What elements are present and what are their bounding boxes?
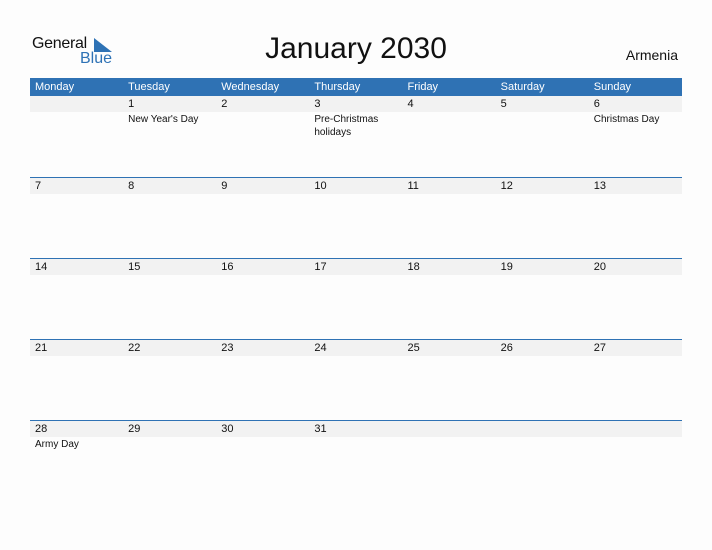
week-row: 1 2 3 4 5 6 New Year's Day Pre-Christmas holida… [30, 96, 682, 177]
weekday-saturday: Saturday [500, 81, 545, 93]
holiday-label [403, 356, 496, 357]
holiday-band [30, 356, 682, 357]
week-row: 28 29 30 31 Army Day [30, 420, 682, 501]
week-row: 7 8 9 10 11 12 13 [30, 177, 682, 258]
day-number: 31 [314, 423, 327, 435]
day-number: 15 [128, 261, 141, 273]
day-number: 11 [407, 180, 419, 192]
holiday-band: New Year's Day Pre-Christmas holidays Chri… [30, 112, 682, 139]
holiday-label: Army Day [35, 439, 79, 450]
day-number [403, 421, 496, 437]
day-number: 3 [314, 98, 321, 110]
holiday-label [216, 437, 309, 451]
weekday-sunday: Sunday [593, 81, 632, 93]
day-number: 7 [35, 180, 42, 192]
holiday-label [216, 275, 309, 276]
holiday-label [589, 437, 682, 451]
day-number [589, 421, 682, 437]
day-number: 24 [314, 342, 327, 354]
holiday-label [403, 437, 496, 451]
holiday-label: New Year's Day [128, 114, 199, 125]
day-number: 30 [221, 423, 234, 435]
holiday-label [589, 194, 682, 195]
day-number [30, 96, 123, 112]
day-number: 4 [407, 98, 414, 110]
day-number: 9 [221, 180, 228, 192]
day-number: 5 [500, 98, 507, 110]
calendar-grid: Monday Tuesday Wednesday Thursday Friday… [30, 78, 682, 501]
day-number: 25 [407, 342, 420, 354]
holiday-label [496, 356, 589, 357]
day-number: 1 [128, 98, 135, 110]
holiday-label [30, 275, 123, 276]
holiday-label [496, 112, 589, 139]
holiday-label [496, 275, 589, 276]
holiday-label [123, 194, 216, 195]
day-number: 8 [128, 180, 135, 192]
holiday-label: Christmas Day [593, 114, 660, 125]
holiday-label [216, 194, 309, 195]
day-number: 18 [407, 261, 420, 273]
holiday-band [30, 275, 682, 276]
holiday-label [123, 356, 216, 357]
calendar-title: January 2030 [265, 32, 447, 65]
holiday-label [309, 275, 402, 276]
weekday-tuesday: Tuesday [128, 81, 170, 93]
day-number: 6 [593, 98, 600, 110]
holiday-band [30, 194, 682, 195]
holiday-label [403, 194, 496, 195]
day-number: 22 [128, 342, 141, 354]
weekday-friday: Friday [407, 81, 439, 93]
holiday-label [123, 437, 216, 451]
day-number: 23 [221, 342, 234, 354]
day-number-band: 7 8 9 10 11 12 13 [30, 177, 682, 194]
holiday-label [309, 194, 402, 195]
holiday-label [30, 356, 123, 357]
holiday-label [496, 194, 589, 195]
week-row: 21 22 23 24 25 26 27 [30, 339, 682, 420]
holiday-label [403, 275, 496, 276]
country-label: Armenia [625, 47, 678, 63]
holiday-label [216, 356, 309, 357]
weekday-thursday: Thursday [314, 81, 361, 93]
day-number: 28 [35, 423, 48, 435]
holiday-label [216, 112, 309, 139]
holiday-label [123, 275, 216, 276]
day-number: 21 [35, 342, 48, 354]
day-number: 13 [593, 180, 606, 192]
week-row: 14 15 16 17 18 19 20 [30, 258, 682, 339]
weekday-wednesday: Wednesday [221, 81, 280, 93]
holiday-label [589, 275, 682, 276]
day-number: 14 [35, 261, 48, 273]
day-number: 16 [221, 261, 234, 273]
day-number: 27 [593, 342, 606, 354]
holiday-label [30, 194, 123, 195]
day-number: 26 [500, 342, 513, 354]
day-number-band: 21 22 23 24 25 26 27 [30, 339, 682, 356]
holiday-label [30, 112, 123, 139]
day-number-band: 1 2 3 4 5 6 [30, 96, 682, 112]
day-number: 19 [500, 261, 513, 273]
holiday-label: Pre-Christmas holidays [314, 114, 379, 138]
day-number: 17 [314, 261, 327, 273]
day-number: 2 [221, 98, 228, 110]
weekday-monday: Monday [35, 81, 75, 93]
day-number: 29 [128, 423, 141, 435]
weekday-header: Monday Tuesday Wednesday Thursday Friday… [30, 78, 682, 96]
day-number [496, 421, 589, 437]
holiday-label [589, 356, 682, 357]
day-number: 20 [593, 261, 606, 273]
holiday-label [309, 437, 402, 451]
day-number: 12 [500, 180, 513, 192]
holiday-label [309, 356, 402, 357]
day-number-band: 14 15 16 17 18 19 20 [30, 258, 682, 275]
holiday-label [403, 112, 496, 139]
holiday-band: Army Day [30, 437, 682, 451]
day-number: 10 [314, 180, 327, 192]
holiday-label [496, 437, 589, 451]
day-number-band: 28 29 30 31 [30, 420, 682, 437]
